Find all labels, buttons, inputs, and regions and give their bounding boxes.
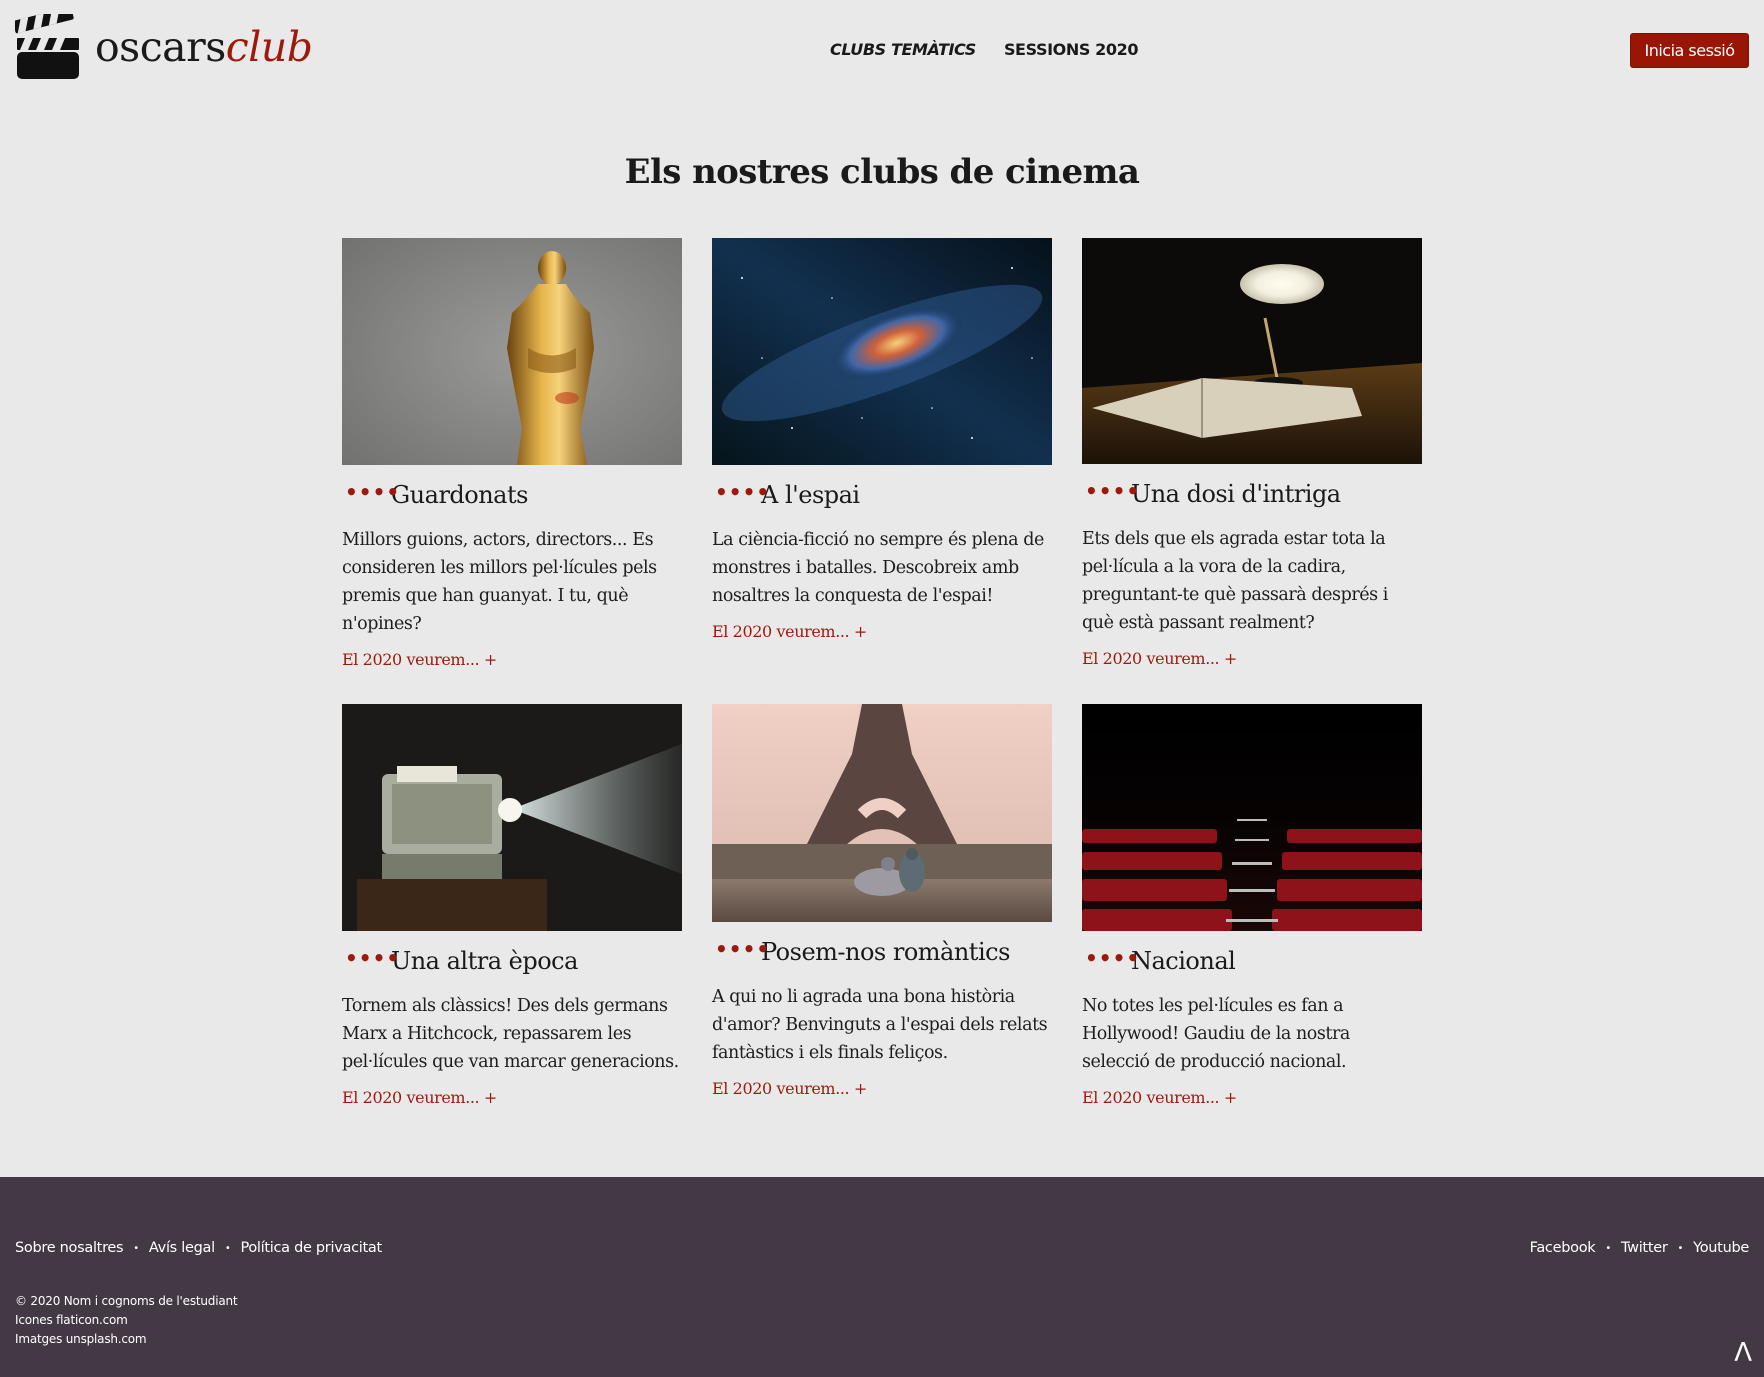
footer-link-legal[interactable]: Avís legal: [149, 1240, 215, 1256]
icons-credit: Icones flaticon.com: [15, 1313, 128, 1327]
footer-link-privacy[interactable]: Política de privacitat: [240, 1240, 382, 1256]
card-title: Guardonats: [391, 481, 528, 509]
card-title: A l'espai: [761, 481, 860, 509]
dots-decoration: ••••: [345, 946, 401, 970]
cinema-seats-photo[interactable]: [1082, 704, 1422, 931]
images-credit: Imatges unsplash.com: [15, 1332, 147, 1346]
login-button[interactable]: Inicia sessió: [1630, 33, 1749, 68]
card-title: Posem-nos romàntics: [761, 938, 1010, 966]
page-title: Els nostres clubs de cinema: [624, 152, 1140, 192]
card-more-link[interactable]: El 2020 veurem... +: [1082, 1088, 1422, 1107]
card-description: A qui no li agrada una bona història d'a…: [712, 987, 1048, 1063]
card-title: Una dosi d'intriga: [1131, 480, 1341, 508]
club-card: •••• Nacional No totes les pel·lícules e…: [1082, 704, 1422, 1107]
separator: •: [224, 1242, 231, 1254]
main-nav: CLUBS TEMÀTICS SESSIONS 2020: [830, 37, 1166, 61]
social-link-facebook[interactable]: Facebook: [1530, 1240, 1596, 1256]
footer-links: Sobre nosaltres • Avís legal • Política …: [15, 1240, 382, 1256]
logo-wordmark: oscarsclub: [95, 26, 313, 68]
eiffel-tower-pigeons-photo[interactable]: [712, 704, 1052, 922]
dots-decoration: ••••: [715, 937, 771, 961]
card-description: Tornem als clàssics! Des dels germans Ma…: [342, 996, 679, 1072]
dots-decoration: ••••: [1085, 946, 1141, 970]
separator: •: [1677, 1242, 1684, 1254]
social-link-youtube[interactable]: Youtube: [1693, 1240, 1749, 1256]
card-more-link[interactable]: El 2020 veurem... +: [712, 622, 1052, 641]
social-link-twitter[interactable]: Twitter: [1621, 1240, 1668, 1256]
logo-word: oscars: [95, 22, 226, 71]
site-logo[interactable]: oscarsclub: [15, 13, 313, 81]
clapperboard-icon: [15, 14, 79, 79]
card-description: No totes les pel·lícules es fan a Hollyw…: [1082, 996, 1350, 1072]
desk-lamp-book-photo[interactable]: [1082, 238, 1422, 464]
card-title-row: •••• Posem-nos romàntics: [712, 935, 1052, 969]
site-header: oscarsclub CLUBS TEMÀTICS SESSIONS 2020 …: [0, 0, 1764, 100]
social-links: Facebook • Twitter • Youtube: [1530, 1240, 1750, 1256]
card-title-row: •••• Una altra època: [342, 944, 682, 978]
back-to-top-icon[interactable]: Λ: [1734, 1340, 1752, 1366]
logo-accent-word: club: [225, 22, 313, 71]
separator: •: [133, 1242, 139, 1254]
nav-clubs-tematics[interactable]: CLUBS TEMÀTICS: [830, 40, 976, 59]
card-title: Nacional: [1131, 947, 1236, 975]
card-title: Una altra època: [391, 947, 578, 975]
copyright-text: © 2020 Nom i cognoms de l'estudiant: [15, 1294, 238, 1308]
card-description: Millors guions, actors, directors... Es …: [342, 530, 657, 634]
film-projector-photo[interactable]: [342, 704, 682, 931]
card-more-link[interactable]: El 2020 veurem... +: [342, 650, 682, 669]
club-card: •••• A l'espai La ciència-ficció no semp…: [712, 238, 1052, 641]
oscar-statuette-photo[interactable]: [342, 238, 682, 465]
footer-credits: © 2020 Nom i cognoms de l'estudiant Icon…: [15, 1292, 238, 1349]
nav-sessions-2020[interactable]: SESSIONS 2020: [1004, 40, 1139, 59]
dots-decoration: ••••: [1085, 479, 1141, 503]
club-card: •••• Guardonats Millors guions, actors, …: [342, 238, 682, 669]
club-card: •••• Una altra època Tornem als clàssics…: [342, 704, 682, 1107]
club-card: •••• Posem-nos romàntics A qui no li agr…: [712, 704, 1052, 1098]
card-more-link[interactable]: El 2020 veurem... +: [712, 1079, 1052, 1098]
card-title-row: •••• Guardonats: [342, 478, 682, 512]
card-description: La ciència-ficció no sempre és plena de …: [712, 530, 1044, 606]
card-description: Ets dels que els agrada estar tota la pe…: [1082, 529, 1388, 633]
footer-link-about[interactable]: Sobre nosaltres: [15, 1240, 124, 1256]
card-more-link[interactable]: El 2020 veurem... +: [342, 1088, 682, 1107]
club-card: •••• Una dosi d'intriga Ets dels que els…: [1082, 238, 1422, 668]
milky-way-photo[interactable]: [712, 238, 1052, 465]
card-more-link[interactable]: El 2020 veurem... +: [1082, 649, 1422, 668]
card-title-row: •••• Una dosi d'intriga: [1082, 477, 1422, 511]
card-title-row: •••• A l'espai: [712, 478, 1052, 512]
site-footer: Sobre nosaltres • Avís legal • Política …: [0, 1177, 1764, 1377]
card-title-row: •••• Nacional: [1082, 944, 1422, 978]
dots-decoration: ••••: [345, 480, 401, 504]
separator: •: [1605, 1242, 1611, 1254]
dots-decoration: ••••: [715, 480, 771, 504]
